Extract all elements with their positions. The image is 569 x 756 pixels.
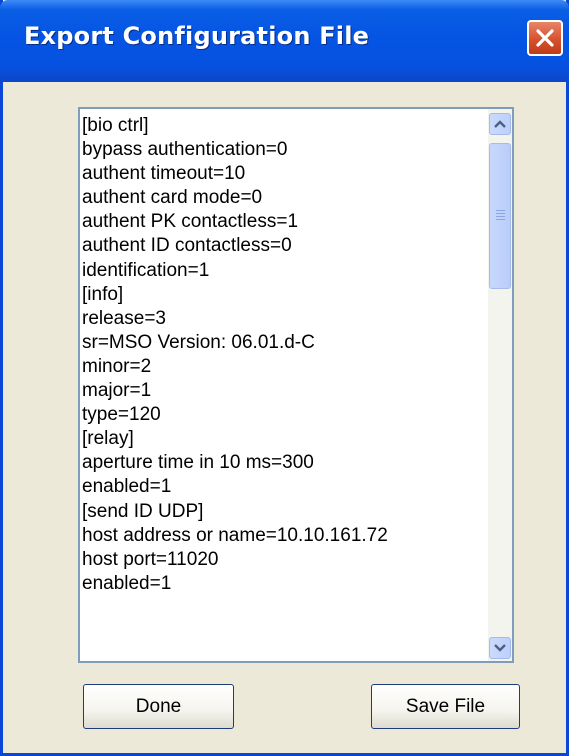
config-line: enabled=1 (82, 476, 172, 498)
thumb-grip (496, 213, 505, 214)
chevron-up-icon (494, 120, 506, 128)
config-line: enabled=1 (82, 572, 172, 594)
done-button[interactable]: Done (83, 684, 234, 729)
scroll-down-button[interactable] (489, 637, 511, 659)
config-line: authent PK contactless=1 (82, 211, 299, 233)
config-line: host port=11020 (82, 548, 219, 570)
config-text-content[interactable]: [bio ctrl] bypass authentication=0 authent… (82, 114, 486, 656)
thumb-grip (496, 210, 505, 211)
config-line: major=1 (82, 380, 152, 402)
config-line: host address or name=10.10.161.72 (82, 524, 388, 546)
title-bar[interactable]: Export Configuration File (0, 0, 569, 82)
window-title: Export Configuration File (24, 22, 370, 50)
vertical-scrollbar[interactable] (488, 109, 512, 661)
config-line: type=120 (82, 404, 161, 426)
save-file-button[interactable]: Save File (371, 684, 520, 729)
config-line: sr=MSO Version: 06.01.d-C (82, 331, 315, 353)
config-line: authent card mode=0 (82, 187, 263, 209)
config-line: release=3 (82, 307, 166, 329)
scroll-thumb[interactable] (489, 143, 511, 289)
thumb-grip (496, 219, 505, 220)
thumb-grip (496, 216, 505, 217)
close-button[interactable] (527, 20, 563, 56)
config-line: bypass authentication=0 (82, 139, 288, 161)
config-line: authent ID contactless=0 (82, 235, 292, 257)
export-config-dialog: Export Configuration File [bio ctrl] bypa… (0, 0, 569, 756)
config-line: aperture time in 10 ms=300 (82, 452, 314, 474)
close-icon (536, 29, 554, 47)
config-line: authent timeout=10 (82, 163, 246, 185)
config-line: minor=2 (82, 355, 152, 377)
config-line: [send ID UDP] (82, 500, 204, 522)
config-line: [bio ctrl] (82, 115, 149, 136)
config-line: [info] (82, 283, 124, 305)
scroll-up-button[interactable] (489, 113, 511, 135)
config-text-area[interactable]: [bio ctrl] bypass authentication=0 authent… (78, 107, 514, 663)
config-line: [relay] (82, 428, 134, 450)
config-line: identification=1 (82, 259, 210, 281)
chevron-down-icon (494, 644, 506, 652)
